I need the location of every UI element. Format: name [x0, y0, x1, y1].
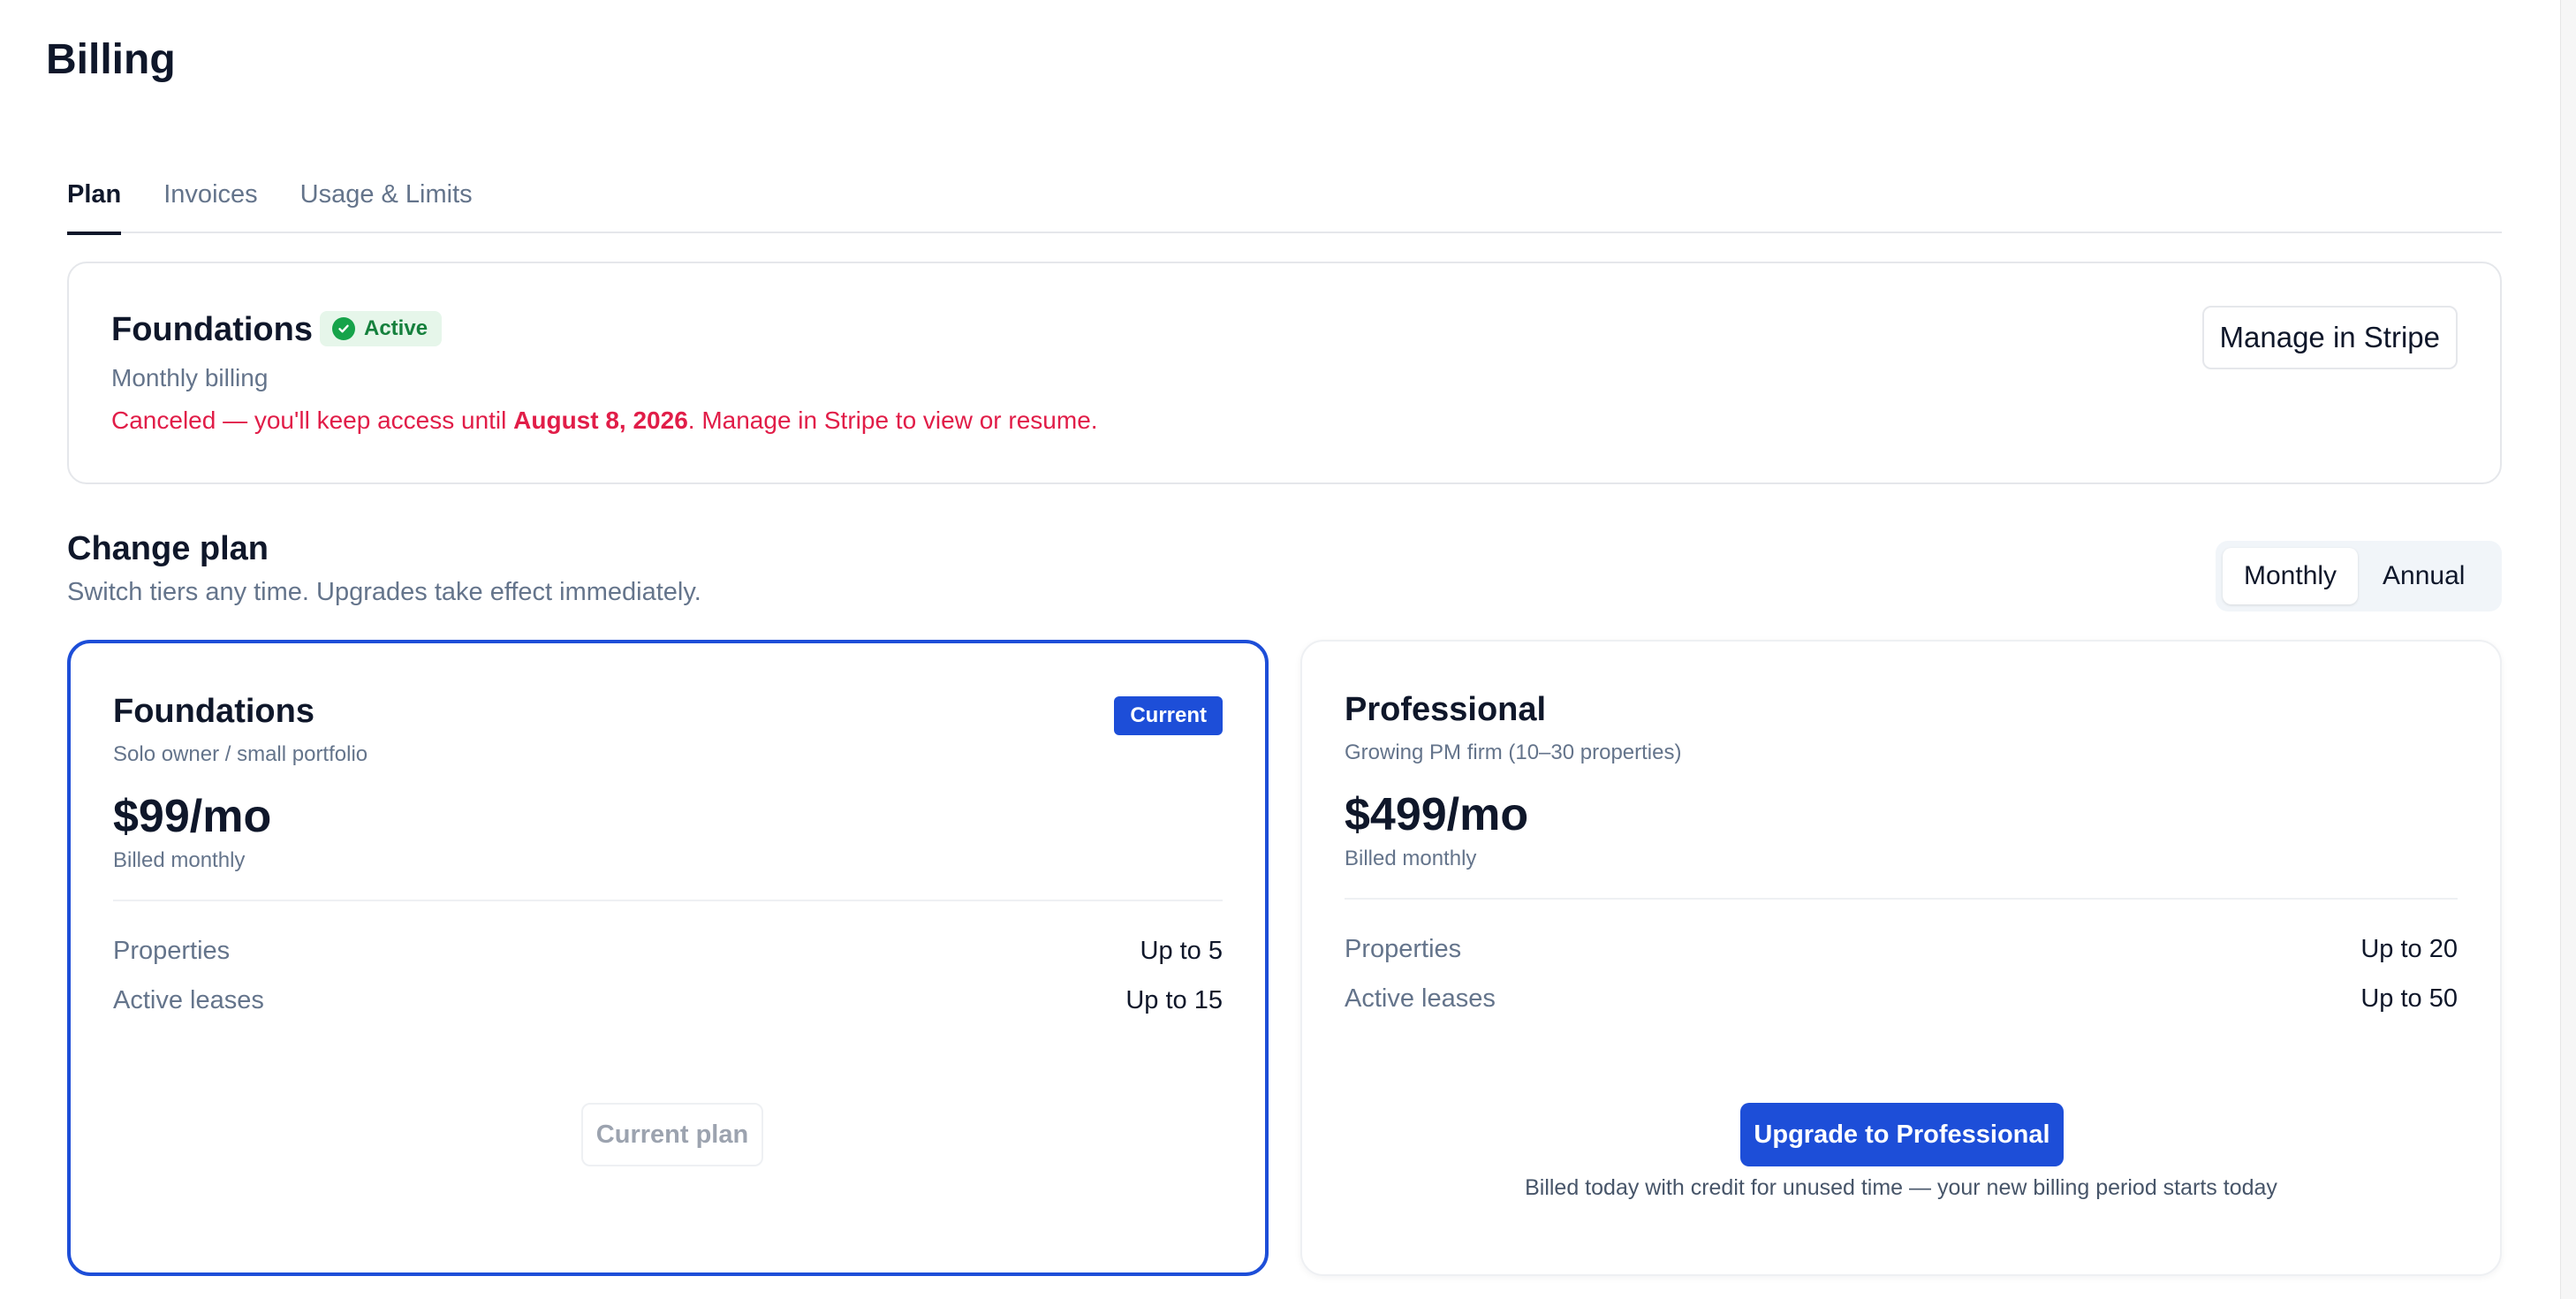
current-plan-button: Current plan: [581, 1103, 763, 1166]
feature-value: Up to 20: [2360, 934, 2458, 963]
plan-price: $99/mo: [113, 791, 272, 842]
notice-suffix: . Manage in Stripe to view or resume.: [687, 406, 1098, 434]
tab-invoices[interactable]: Invoices: [163, 173, 257, 233]
plan-billing-cycle: Billed monthly: [1345, 847, 1477, 870]
check-circle-icon: [332, 317, 355, 340]
billing-frequency: Monthly billing: [111, 364, 269, 391]
scrollbar[interactable]: [2560, 0, 2576, 1299]
plan-name: Foundations: [113, 693, 314, 730]
upgrade-billing-note: Billed today with credit for unused time…: [1525, 1175, 2277, 1200]
current-subscription-card: Foundations Active Monthly billing Cance…: [67, 262, 2502, 484]
page-title: Billing: [46, 36, 176, 83]
plan-price: $499/mo: [1345, 789, 1529, 840]
plan-billing-cycle: Billed monthly: [113, 848, 246, 872]
plan-tagline: Solo owner / small portfolio: [113, 742, 368, 766]
feature-value: Up to 5: [1140, 936, 1224, 965]
notice-prefix: Canceled — you'll keep access until: [111, 406, 514, 434]
feature-value: Up to 50: [2360, 984, 2458, 1013]
feature-label: Active leases: [113, 985, 264, 1014]
plan-name: Professional: [1345, 691, 1547, 728]
plan-tagline: Growing PM firm (10–30 properties): [1345, 741, 1682, 764]
plan-card-foundations: Foundations Current Solo owner / small p…: [67, 640, 1269, 1276]
plan-card-professional: Professional Growing PM firm (10–30 prop…: [1300, 640, 2502, 1276]
toggle-monthly[interactable]: Monthly: [2223, 548, 2359, 604]
feature-row-properties: Properties Up to 5: [113, 933, 1223, 969]
tab-usage-limits[interactable]: Usage & Limits: [300, 173, 473, 233]
divider: [1345, 898, 2458, 900]
divider: [113, 900, 1223, 901]
feature-label: Properties: [1345, 934, 1462, 963]
billing-tabs: Plan Invoices Usage & Limits: [67, 173, 2502, 235]
tab-plan[interactable]: Plan: [67, 173, 122, 235]
feature-row-active-leases: Active leases Up to 15: [113, 983, 1223, 1018]
upgrade-to-professional-button[interactable]: Upgrade to Professional: [1740, 1103, 2064, 1166]
toggle-annual[interactable]: Annual: [2361, 548, 2486, 604]
status-badge-label: Active: [364, 316, 428, 340]
billing-interval-toggle: Monthly Annual: [2216, 541, 2502, 612]
feature-value: Up to 15: [1125, 985, 1223, 1014]
manage-in-stripe-button[interactable]: Manage in Stripe: [2201, 306, 2458, 369]
feature-label: Active leases: [1345, 984, 1496, 1013]
notice-date: August 8, 2026: [513, 406, 688, 434]
billing-page: Billing Plan Invoices Usage & Limits Fou…: [0, 0, 2576, 1299]
feature-row-properties: Properties Up to 20: [1345, 931, 2458, 967]
status-badge: Active: [320, 311, 443, 346]
current-badge: Current: [1114, 696, 1223, 735]
cancellation-notice: Canceled — you'll keep access until Augu…: [111, 406, 1098, 435]
change-plan-title: Change plan: [67, 530, 269, 567]
feature-label: Properties: [113, 936, 231, 965]
feature-row-active-leases: Active leases Up to 50: [1345, 981, 2458, 1016]
change-plan-subtitle: Switch tiers any time. Upgrades take eff…: [67, 578, 701, 606]
subscription-plan-name: Foundations: [111, 311, 313, 348]
